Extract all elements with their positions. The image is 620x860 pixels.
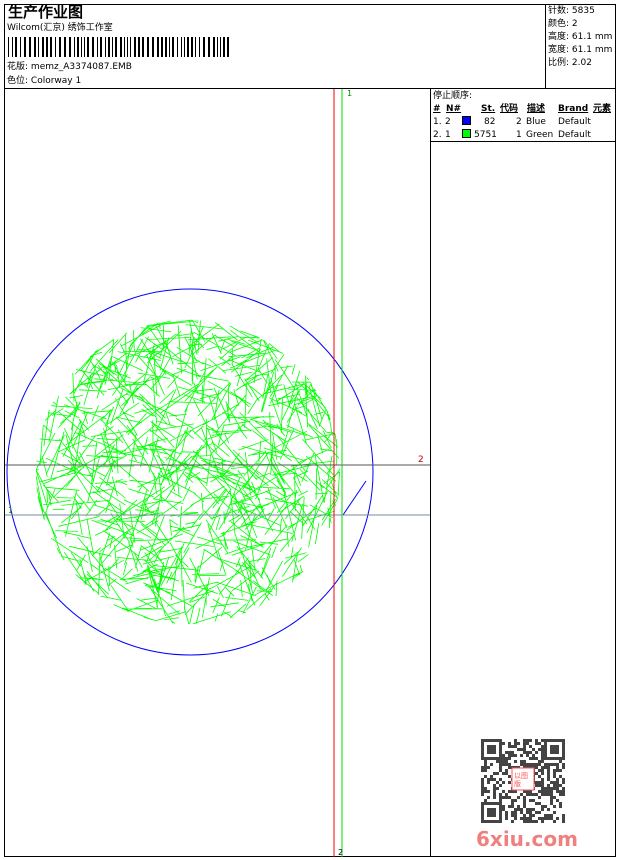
qr-code	[481, 739, 565, 823]
stamp-text: 以图版	[514, 772, 528, 788]
watermark: 6xiu.com	[476, 827, 578, 851]
